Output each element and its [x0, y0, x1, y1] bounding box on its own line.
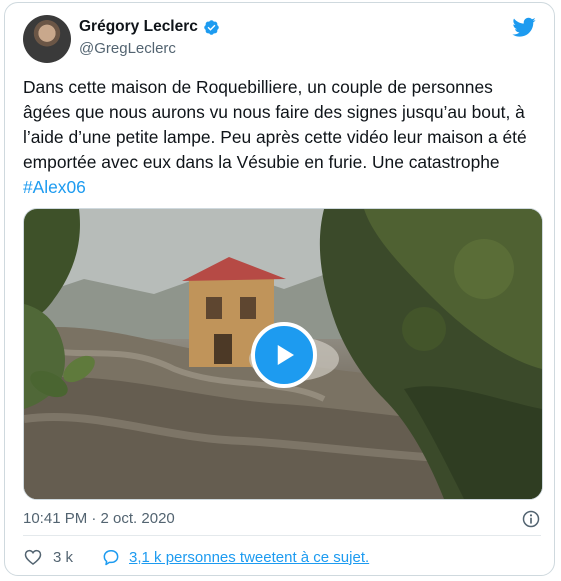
verified-badge-icon	[204, 19, 219, 35]
video-thumbnail[interactable]	[23, 208, 543, 500]
play-icon	[277, 345, 294, 365]
twitter-bird-icon[interactable]	[512, 15, 536, 39]
author-name[interactable]: Grégory Leclerc	[79, 18, 198, 36]
heart-icon	[24, 549, 42, 566]
speech-bubble-icon	[103, 550, 119, 566]
tweet-card: Grégory Leclerc @GregLeclerc Dans cette …	[4, 2, 555, 576]
author-name-row: Grégory Leclerc	[79, 18, 220, 36]
play-button[interactable]	[251, 322, 317, 388]
reply-count-text: 3,1 k personnes tweetent à ce sujet.	[129, 548, 370, 566]
divider	[23, 535, 541, 536]
like-button[interactable]: 3 k	[23, 547, 73, 567]
hashtag-link[interactable]: #Alex06	[23, 177, 86, 197]
timestamp[interactable]: 10:41 PM · 2 oct. 2020	[23, 510, 175, 527]
tweet-body: Dans cette maison de Roquebilliere, un c…	[23, 77, 527, 172]
action-bar: 3 k 3,1 k personnes tweetent à ce sujet.	[23, 546, 369, 568]
tweet-text: Dans cette maison de Roquebilliere, un c…	[23, 75, 545, 200]
avatar[interactable]	[23, 15, 71, 63]
author-handle[interactable]: @GregLeclerc	[79, 40, 176, 57]
like-count: 3 k	[53, 548, 74, 566]
info-icon[interactable]	[521, 509, 541, 529]
tweet-meta: 10:41 PM · 2 oct. 2020	[23, 508, 541, 530]
reply-link[interactable]: 3,1 k personnes tweetent à ce sujet.	[101, 547, 369, 567]
